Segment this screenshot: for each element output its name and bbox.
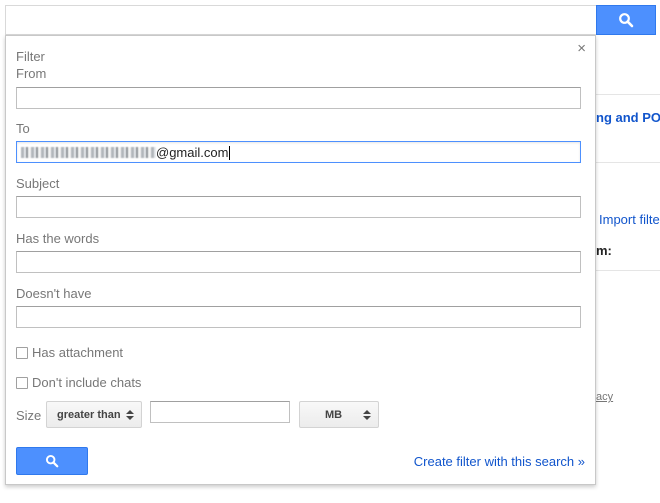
subject-label: Subject xyxy=(16,176,60,191)
subject-field[interactable] xyxy=(16,196,581,218)
bg-divider xyxy=(596,94,660,95)
size-comparator-value: greater than xyxy=(57,408,121,421)
dont-include-chats-checkbox[interactable] xyxy=(16,376,28,389)
dont-include-chats-label: Don't include chats xyxy=(32,375,142,390)
doesnt-have-label: Doesn't have xyxy=(16,286,92,301)
size-unit-value: MB xyxy=(325,408,343,421)
filter-panel: × Filter From To @gmail.com Subject Has … xyxy=(5,35,596,485)
search-icon xyxy=(45,454,59,468)
filter-search-button[interactable] xyxy=(16,447,88,475)
size-unit-select[interactable]: MB xyxy=(299,401,379,428)
doesnt-have-field[interactable] xyxy=(16,306,581,328)
to-field[interactable]: @gmail.com xyxy=(16,141,581,163)
to-label: To xyxy=(16,121,30,136)
has-words-label: Has the words xyxy=(16,231,100,246)
filter-title: Filter xyxy=(16,49,45,64)
create-filter-link[interactable]: Create filter with this search » xyxy=(414,454,585,469)
bg-divider xyxy=(596,162,660,163)
search-icon xyxy=(619,13,634,28)
has-attachment-label: Has attachment xyxy=(32,345,124,360)
select-arrows-icon xyxy=(126,410,134,420)
dont-include-chats-row[interactable]: Don't include chats xyxy=(16,375,141,390)
from-field[interactable] xyxy=(16,87,581,109)
has-attachment-row[interactable]: Has attachment xyxy=(16,345,123,360)
select-arrows-icon xyxy=(363,410,371,420)
bg-bold-label: m: xyxy=(596,243,612,258)
search-input[interactable] xyxy=(5,5,596,35)
redacted-text xyxy=(21,147,156,158)
search-button[interactable] xyxy=(596,5,656,35)
has-attachment-checkbox[interactable] xyxy=(16,346,28,359)
from-label: From xyxy=(16,66,47,81)
bg-privacy-link[interactable]: acy xyxy=(596,391,613,403)
text-cursor xyxy=(229,145,231,160)
size-value-input[interactable] xyxy=(150,401,290,423)
size-label: Size xyxy=(16,408,42,423)
bg-tab-link-forwarding-pop[interactable]: ng and POP xyxy=(596,110,660,125)
close-button[interactable]: × xyxy=(577,40,586,58)
has-words-field[interactable] xyxy=(16,251,581,273)
size-comparator-select[interactable]: greater than xyxy=(46,401,142,428)
bg-divider xyxy=(596,270,660,271)
to-field-value: @gmail.com xyxy=(21,145,231,160)
to-field-visible-text: @gmail.com xyxy=(156,145,229,160)
bg-import-filters-link[interactable]: Import filter xyxy=(599,212,660,227)
